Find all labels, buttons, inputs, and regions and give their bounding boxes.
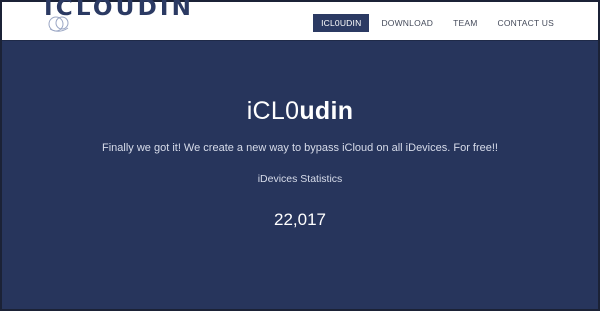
hero-section: iCL0udin Finally we got it! We create a …: [2, 42, 598, 309]
nav-item-icloudin[interactable]: ICL0UDIN: [313, 14, 370, 32]
hero-title-bold: udin: [299, 97, 354, 125]
nav-item-contact-us[interactable]: CONTACT US: [490, 14, 562, 32]
main-nav: ICL0UDIN DOWNLOAD TEAM CONTACT US: [313, 14, 562, 32]
page-frame: ICLOUDIN ICL0UDIN DOWNLOAD TEAM CONTACT …: [0, 0, 600, 311]
stats-counter: 22,017: [274, 210, 326, 229]
logo[interactable]: ICLOUDIN: [42, 0, 212, 38]
hero-tagline: Finally we got it! We create a new way t…: [102, 142, 498, 154]
logo-text: ICLOUDIN: [44, 0, 195, 21]
stats-label: iDevices Statistics: [257, 173, 343, 185]
nav-item-team[interactable]: TEAM: [445, 14, 485, 32]
hero-title-light: iCL0: [246, 97, 300, 125]
nav-item-download[interactable]: DOWNLOAD: [373, 14, 441, 32]
navbar: ICLOUDIN ICL0UDIN DOWNLOAD TEAM CONTACT …: [2, 0, 598, 41]
hero-title: iCL0udin: [2, 97, 598, 126]
